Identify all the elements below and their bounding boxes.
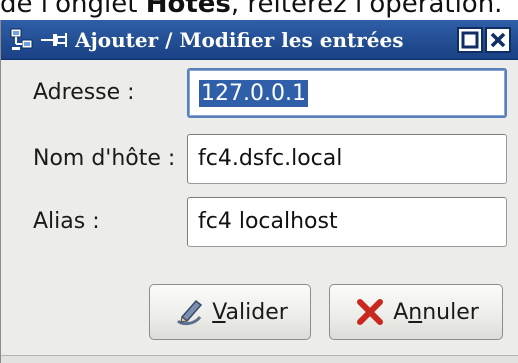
cancel-label: Annuler bbox=[393, 300, 479, 325]
caption-prefix: de l'onglet bbox=[0, 0, 146, 19]
caption-suffix: , réitérez l'opération. bbox=[230, 0, 503, 19]
cancel-button[interactable]: Annuler bbox=[329, 284, 503, 340]
window-title: Ajouter / Modifier les entrées bbox=[75, 28, 404, 52]
add-edit-entries-dialog: Ajouter / Modifier les entrées Adresse :… bbox=[0, 20, 518, 363]
pen-icon bbox=[177, 299, 203, 326]
red-x-icon bbox=[357, 299, 384, 325]
cancel-rest: nuler bbox=[422, 299, 479, 325]
maximize-button[interactable] bbox=[457, 27, 483, 53]
title-bar[interactable]: Ajouter / Modifier les entrées bbox=[1, 20, 518, 60]
validate-mnemonic: V bbox=[212, 299, 226, 325]
close-button[interactable] bbox=[485, 27, 511, 53]
network-icon[interactable] bbox=[9, 27, 35, 53]
hostname-label: Nom d'hôte : bbox=[33, 146, 176, 171]
address-label: Adresse : bbox=[33, 80, 135, 105]
validate-label: Valider bbox=[212, 300, 288, 325]
cancel-mnemonic: n bbox=[408, 299, 423, 325]
pin-icon[interactable] bbox=[39, 28, 69, 52]
maximize-icon bbox=[461, 31, 479, 49]
address-value: 127.0.0.1 bbox=[199, 80, 308, 107]
window-bottom-edge bbox=[1, 355, 518, 363]
document-caption: de l'onglet Hôtes, réitérez l'opération. bbox=[0, 0, 518, 21]
close-icon bbox=[490, 32, 506, 48]
alias-field[interactable]: fc4 localhost bbox=[187, 197, 507, 247]
validate-button[interactable]: Valider bbox=[149, 284, 311, 340]
caption-bold: Hôtes bbox=[145, 0, 231, 19]
cancel-prefix: A bbox=[393, 299, 409, 325]
validate-rest: alider bbox=[225, 299, 288, 325]
hostname-field[interactable]: fc4.dsfc.local bbox=[187, 134, 507, 184]
alias-label: Alias : bbox=[33, 209, 100, 234]
address-field[interactable]: 127.0.0.1 bbox=[187, 68, 507, 118]
